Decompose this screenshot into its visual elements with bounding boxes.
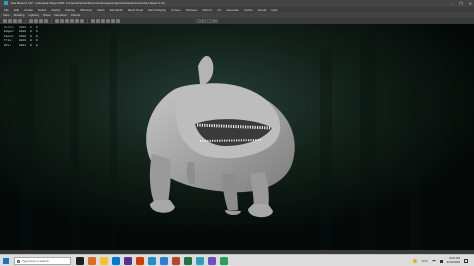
grid-icon[interactable] [29, 19, 33, 23]
panel-menu-renderer[interactable]: Renderer [55, 13, 68, 17]
resolution-gate-icon[interactable] [39, 19, 43, 23]
hud-value: 0 [35, 43, 38, 47]
use-all-lights-icon[interactable] [75, 19, 79, 23]
edge-browser-icon[interactable] [112, 257, 120, 265]
toolbar-divider [87, 19, 88, 23]
menu-file[interactable]: File [4, 8, 9, 12]
menu-arnold[interactable]: Arnold [258, 8, 267, 12]
window-title: Sea Beast 4.mb* - Autodesk Maya 2020: C:… [10, 1, 165, 5]
powerpoint-icon[interactable] [172, 257, 180, 265]
maya-taskbar-icon[interactable] [196, 257, 204, 265]
panel-menu-lighting[interactable]: Lighting [28, 13, 39, 17]
app-icon[interactable] [220, 257, 228, 265]
system-tray: 74°F 9:00 AM 4/16/2022 [413, 256, 468, 266]
isolate-select-icon[interactable] [101, 19, 105, 23]
menu-modify[interactable]: Modify [51, 8, 60, 12]
maximize-button[interactable]: ❐ [459, 0, 463, 7]
menu-uv[interactable]: UV [217, 8, 221, 12]
menu-edit[interactable]: Edit [14, 8, 19, 12]
color-space-field[interactable]: ACES 1.0 SDR-video (sRGB) [196, 19, 218, 23]
ambient-occlusion-icon[interactable] [106, 19, 110, 23]
hud-label: UVs: [4, 43, 12, 47]
xray-joints-icon[interactable] [96, 19, 100, 23]
word-icon[interactable] [160, 257, 168, 265]
menu-help[interactable]: Help [271, 8, 277, 12]
menu-display[interactable]: Display [65, 8, 75, 12]
pinned-apps [76, 257, 228, 265]
textured-icon[interactable] [70, 19, 74, 23]
maya-app-icon [4, 1, 8, 6]
notifications-icon[interactable] [464, 259, 468, 263]
hud-row: Tris: 8120 0 0 [4, 39, 42, 43]
office-icon[interactable] [136, 257, 144, 265]
windows-taskbar: Type here to search 74°F 9:00 AM 4/16/20… [0, 254, 474, 266]
wireframe-icon[interactable] [55, 19, 59, 23]
clock-date: 4/16/2022 [446, 260, 460, 264]
menu-mesh-tools[interactable]: Mesh Tools [128, 8, 143, 12]
lock-camera-icon[interactable] [8, 19, 12, 23]
anti-aliasing-icon[interactable] [111, 19, 115, 23]
perspective-viewport[interactable]: Verts: 4060 0 0 Edges: 8188 0 0 Faces: 4… [0, 24, 474, 250]
smooth-shade-icon[interactable] [60, 19, 64, 23]
depth-of-field-icon[interactable] [116, 19, 120, 23]
menu-create[interactable]: Create [24, 8, 33, 12]
file-explorer-icon[interactable] [100, 257, 108, 265]
hud-value: 4321 [18, 43, 27, 47]
wireframe-on-shaded-icon[interactable] [65, 19, 69, 23]
menu-deform[interactable]: Deform [202, 8, 212, 12]
menu-windows[interactable]: Windows [80, 8, 92, 12]
panel-menu-shading[interactable]: Shading [13, 13, 24, 17]
screen: Sea Beast 4.mb* - Autodesk Maya 2020: C:… [0, 0, 474, 266]
gate-mask-icon[interactable] [44, 19, 48, 23]
excel-icon[interactable] [184, 257, 192, 265]
menu-mesh-display[interactable]: Mesh Display [148, 8, 166, 12]
select-camera-icon[interactable] [3, 19, 7, 23]
menu-surfaces[interactable]: Surfaces [186, 8, 198, 12]
menu-generate[interactable]: Generate [226, 8, 239, 12]
menu-mesh[interactable]: Mesh [97, 8, 104, 12]
search-icon [17, 260, 20, 263]
menu-edit-mesh[interactable]: Edit Mesh [110, 8, 123, 12]
menu-cache[interactable]: Cache [244, 8, 253, 12]
menu-select[interactable]: Select [38, 8, 46, 12]
poly-count-hud: Verts: 4060 0 0 Edges: 8188 0 0 Faces: 4… [4, 26, 42, 48]
wifi-icon[interactable] [431, 259, 436, 263]
temperature: 74°F [421, 259, 428, 263]
store-icon[interactable] [124, 257, 132, 265]
toolbar-divider [25, 19, 26, 23]
volume-icon[interactable] [439, 259, 443, 263]
minimize-button[interactable]: – [451, 0, 453, 7]
menu-curves[interactable]: Curves [171, 8, 181, 12]
panel-menu-panels[interactable]: Panels [71, 13, 80, 17]
bookmarks-icon[interactable] [18, 19, 22, 23]
weather-icon[interactable] [413, 259, 418, 263]
panel-menu-view[interactable]: View [3, 13, 9, 17]
camera-attributes-icon[interactable] [13, 19, 17, 23]
taskbar-search-box[interactable]: Type here to search [14, 257, 71, 265]
shadows-icon[interactable] [80, 19, 84, 23]
toolbar-divider [51, 19, 52, 23]
panel-menu-show[interactable]: Show [43, 13, 51, 17]
xray-icon[interactable] [91, 19, 95, 23]
game-app-icon[interactable] [88, 257, 96, 265]
task-view-icon[interactable] [76, 257, 84, 265]
film-gate-icon[interactable] [34, 19, 38, 23]
window-controls: – ❐ ✕ [451, 0, 472, 7]
window-title-bar: Sea Beast 4.mb* - Autodesk Maya 2020: C:… [0, 0, 474, 7]
windows-start-icon[interactable] [3, 258, 9, 264]
search-placeholder: Type here to search [22, 259, 49, 263]
close-button[interactable]: ✕ [469, 0, 472, 7]
viewport-scene [0, 24, 474, 250]
mail-icon[interactable] [148, 257, 156, 265]
hud-row: UVs: 4321 0 0 [4, 44, 42, 48]
clock[interactable]: 9:00 AM 4/16/2022 [447, 257, 460, 264]
app-icon[interactable] [208, 257, 216, 265]
